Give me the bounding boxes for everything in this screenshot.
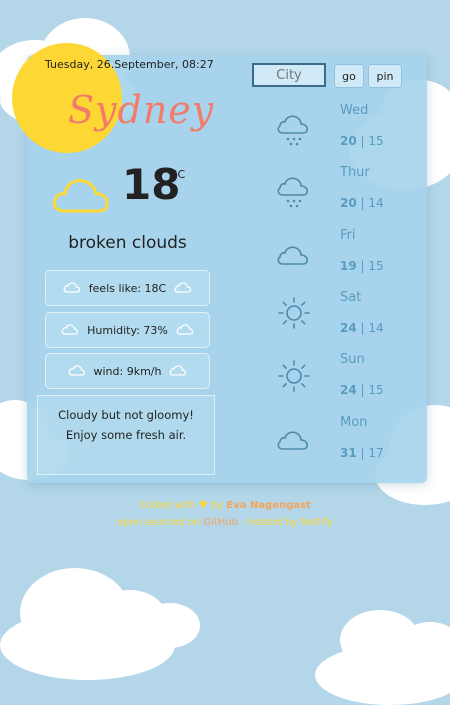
forecast-row-mon: Mon 31 | 17 xyxy=(275,415,395,475)
footer-source: open sourced on GitHub - hosted by Netli… xyxy=(0,517,450,528)
forecast-row-sun: Sun 24 | 15 xyxy=(275,352,395,412)
forecast-low: 17 xyxy=(368,446,384,460)
forecast-temps: 20 | 14 xyxy=(340,196,384,210)
footer-coded-with: Coded with xyxy=(139,500,196,511)
humidity-label: Humidity: 73% xyxy=(87,323,168,337)
temperature-unit: °C xyxy=(172,168,186,181)
cloud-icon xyxy=(68,364,86,379)
footer-by: by xyxy=(210,500,224,511)
forecast-temps: 24 | 14 xyxy=(340,321,384,335)
forecast-low: 15 xyxy=(368,134,384,148)
snow-cloud-icon xyxy=(275,173,313,213)
footer-hosted: hosted by Netlify xyxy=(248,517,334,528)
humidity-pill: Humidity: 73% xyxy=(45,312,210,348)
note-line: Cloudy but not gloomy! xyxy=(58,408,194,422)
forecast-low: 14 xyxy=(368,321,384,335)
author-name: Eva Nagengast xyxy=(226,500,311,511)
forecast-row-thur: Thur 20 | 14 xyxy=(275,165,395,225)
forecast-temps: 24 | 15 xyxy=(340,383,384,397)
go-button[interactable]: go xyxy=(334,64,364,88)
forecast-row-sat: Sat 24 | 14 xyxy=(275,290,395,350)
heart-icon: ♥ xyxy=(198,500,208,511)
footer-separator: - xyxy=(241,517,245,528)
wind-label: wind: 9km/h xyxy=(93,364,162,378)
forecast-day: Sun xyxy=(340,352,365,367)
forecast-day: Wed xyxy=(340,103,369,118)
forecast-low: 14 xyxy=(368,196,384,210)
cloud-icon xyxy=(176,323,194,338)
forecast-high: 24 xyxy=(340,321,357,335)
cloud-icon xyxy=(169,364,187,379)
author-link[interactable]: Eva Nagengast xyxy=(226,500,310,511)
weather-description: broken clouds xyxy=(68,233,187,253)
forecast-high: 31 xyxy=(340,446,357,460)
feels-like-label: feels like: 18C xyxy=(88,281,167,295)
footer-open-sourced: open sourced on xyxy=(116,517,201,528)
forecast-row-wed: Wed 20 | 15 xyxy=(275,103,395,163)
forecast-low: 15 xyxy=(368,383,384,397)
current-datetime: Tuesday, 26.September, 08:27 xyxy=(45,58,214,71)
cloud-icon xyxy=(50,167,112,219)
footer-credits: Coded with ♥ by Eva Nagengast xyxy=(0,500,450,511)
forecast-high: 20 xyxy=(340,134,357,148)
forecast-low: 15 xyxy=(368,259,384,273)
feels-like-pill: feels like: 18C xyxy=(45,270,210,306)
forecast-day: Mon xyxy=(340,415,368,430)
forecast-high: 24 xyxy=(340,383,357,397)
cloud-icon xyxy=(174,281,192,296)
cloud-icon xyxy=(63,281,81,296)
weather-note: Cloudy but not gloomy! Enjoy some fresh … xyxy=(37,395,215,475)
forecast-row-fri: Fri 19 | 15 xyxy=(275,228,395,288)
forecast-temps: 31 | 17 xyxy=(340,446,384,460)
forecast-high: 19 xyxy=(340,259,357,273)
city-name: Sydney xyxy=(68,88,215,132)
wind-pill: wind: 9km/h xyxy=(45,353,210,389)
forecast-high: 20 xyxy=(340,196,357,210)
note-line: Enjoy some fresh air. xyxy=(65,428,187,442)
sun-icon xyxy=(276,295,312,335)
forecast-day: Fri xyxy=(340,228,356,243)
forecast-temps: 20 | 15 xyxy=(340,134,384,148)
forecast-day: Thur xyxy=(340,165,370,180)
sun-icon xyxy=(276,358,312,398)
forecast-temps: 19 | 15 xyxy=(340,259,384,273)
forecast-day: Sat xyxy=(340,290,362,305)
snow-cloud-icon xyxy=(275,111,313,151)
cloud-icon xyxy=(275,238,313,272)
pin-button[interactable]: pin xyxy=(368,64,402,88)
cloud-icon xyxy=(275,423,313,457)
city-search-input[interactable] xyxy=(252,63,326,87)
cloud-icon xyxy=(61,323,79,338)
github-link[interactable]: GitHub xyxy=(203,517,238,528)
